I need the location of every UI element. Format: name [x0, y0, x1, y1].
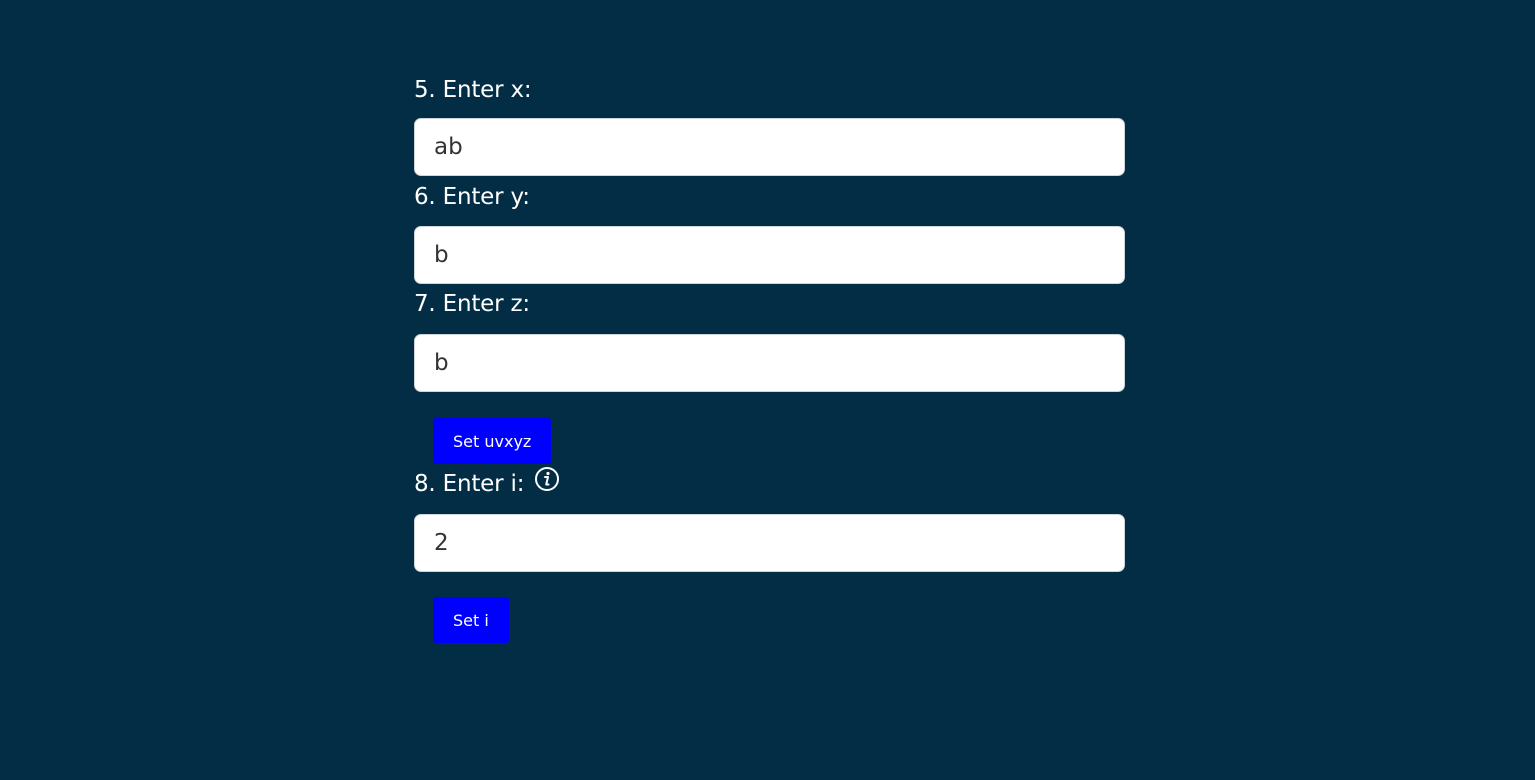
set-uvxyz-button[interactable]: Set uvxyz: [433, 418, 552, 464]
i-field-label: 8. Enter i:: [414, 471, 525, 497]
x-field-label: 5. Enter x:: [414, 77, 532, 101]
info-icon[interactable]: [534, 466, 560, 500]
i-field-label-row: 8. Enter i:: [414, 466, 560, 500]
y-input[interactable]: [414, 226, 1125, 284]
set-i-button[interactable]: Set i: [433, 597, 509, 643]
scroll-clip-region: 5. Enter x:: [414, 0, 1125, 101]
i-input[interactable]: [414, 514, 1125, 572]
z-input[interactable]: [414, 334, 1125, 392]
z-field-label: 7. Enter z:: [414, 291, 530, 317]
y-field-label: 6. Enter y:: [414, 184, 530, 210]
x-input[interactable]: [414, 118, 1125, 176]
settings-form: 5. Enter x: 6. Enter y: 7. Enter z: Set …: [414, 0, 1125, 780]
